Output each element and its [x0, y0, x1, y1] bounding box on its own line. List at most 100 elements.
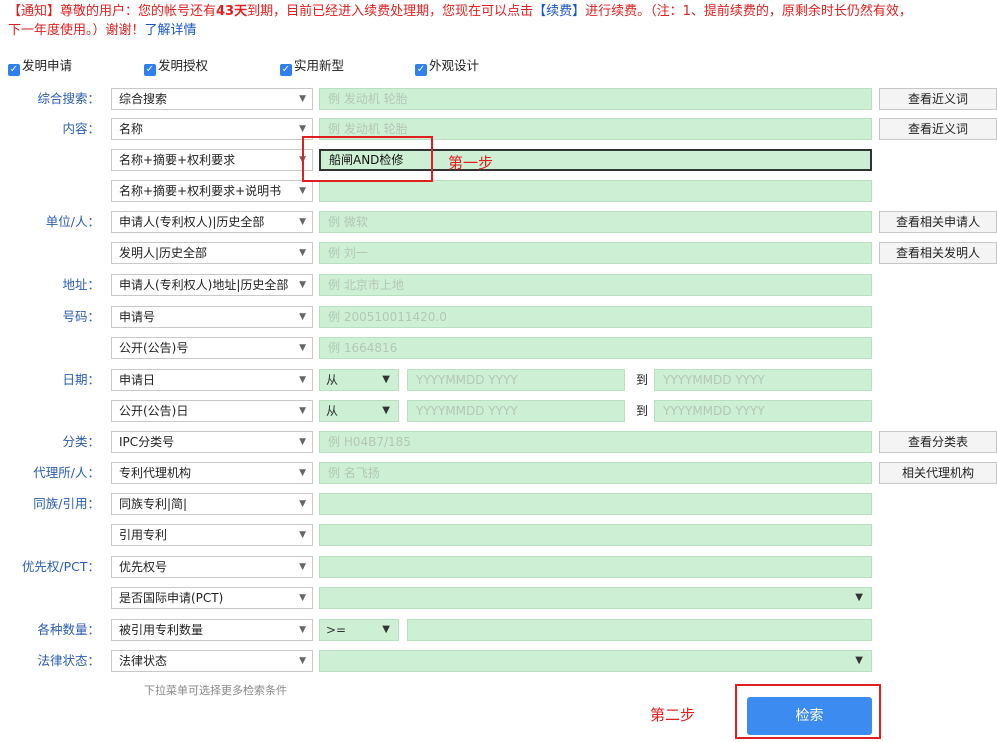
input-ipc[interactable]: 例 H04B7/185	[319, 431, 872, 453]
notice-text-2: 到期，目前已经进入续费处理期，您现在可以点击	[247, 4, 534, 19]
select-priority[interactable]: 优先权号 ▼	[111, 556, 313, 578]
select-legal-status-value[interactable]: ▼	[319, 650, 872, 672]
select-cited-count[interactable]: 被引用专利数量 ▼	[111, 619, 313, 641]
input-inventor[interactable]: 例 刘一	[319, 242, 872, 264]
input-address[interactable]: 例 北京市上地	[319, 274, 872, 296]
step1-highlight-box	[302, 136, 433, 182]
select-publication-number[interactable]: 公开(公告)号 ▼	[111, 337, 313, 359]
view-classification-table-button[interactable]: 查看分类表	[879, 431, 997, 453]
label-to-2: 到	[636, 404, 649, 418]
label-address: 地址：	[62, 277, 100, 292]
input-family[interactable]	[319, 493, 872, 515]
chevron-down-icon: ▼	[299, 94, 306, 104]
label-family: 同族/引用：	[33, 496, 100, 511]
select-ipc[interactable]: IPC分类号 ▼	[111, 431, 313, 453]
input-cited-count[interactable]	[407, 619, 872, 641]
chevron-down-icon: ▼	[299, 562, 306, 572]
input-app-date-end[interactable]: YYYYMMDD YYYY	[654, 369, 872, 391]
chevron-down-icon: ▼	[382, 405, 390, 416]
notice-text-1: 【通知】尊敬的用户：您的帐号还有	[8, 4, 217, 19]
input-priority[interactable]	[319, 556, 872, 578]
select-legal-status[interactable]: 法律状态 ▼	[111, 650, 313, 672]
chevron-down-icon: ▼	[299, 217, 306, 227]
chevron-down-icon: ▼	[299, 312, 306, 322]
chevron-down-icon: ▼	[299, 375, 306, 385]
checkbox-invention-grant[interactable]: ✓ 发明授权	[144, 58, 208, 76]
label-legal-status: 法律状态：	[37, 653, 100, 668]
chevron-down-icon: ▼	[299, 280, 306, 290]
input-general-search[interactable]: 例 发动机 轮胎	[319, 88, 872, 110]
input-applicant[interactable]: 例 微软	[319, 211, 872, 233]
chevron-down-icon: ▼	[299, 499, 306, 509]
chevron-down-icon: ▼	[299, 437, 306, 447]
input-application-number[interactable]: 例 200510011420.0	[319, 306, 872, 328]
view-related-applicants-button[interactable]: 查看相关申请人	[879, 211, 997, 233]
learn-more-link[interactable]: 了解详情	[145, 23, 197, 38]
notice-text-3: 进行续费。（注：1、提前续费的，原剩余时长仍然有效，	[585, 4, 912, 19]
label-number: 号码：	[62, 309, 100, 324]
view-synonyms-button-2[interactable]: 查看近义词	[879, 118, 997, 140]
chevron-down-icon: ▼	[855, 592, 863, 603]
select-agency[interactable]: 专利代理机构 ▼	[111, 462, 313, 484]
notice-text-4: 下一年度使用。）谢谢！	[8, 23, 145, 38]
chevron-down-icon: ▼	[299, 406, 306, 416]
view-synonyms-button[interactable]: 查看近义词	[879, 88, 997, 110]
dropdown-hint: 下拉菜单可选择更多检索条件	[144, 684, 287, 697]
label-content: 内容：	[62, 121, 100, 136]
check-icon: ✓	[144, 64, 156, 76]
related-agencies-button[interactable]: 相关代理机构	[879, 462, 997, 484]
select-content-1[interactable]: 名称 ▼	[111, 118, 313, 140]
select-date-from-2[interactable]: 从 ▼	[319, 400, 399, 422]
select-content-2[interactable]: 名称+摘要+权利要求 ▼	[111, 149, 313, 171]
chevron-down-icon: ▼	[299, 656, 306, 666]
select-publication-date[interactable]: 公开(公告)日 ▼	[111, 400, 313, 422]
label-counts: 各种数量：	[37, 622, 100, 637]
renew-link[interactable]: 【续费】	[533, 4, 585, 19]
chevron-down-icon: ▼	[299, 625, 306, 635]
input-pub-date-end[interactable]: YYYYMMDD YYYY	[654, 400, 872, 422]
label-date: 日期：	[62, 372, 100, 387]
select-inventor[interactable]: 发明人|历史全部 ▼	[111, 242, 313, 264]
chevron-down-icon: ▼	[299, 468, 306, 478]
input-app-date-start[interactable]: YYYYMMDD YYYY	[407, 369, 625, 391]
chevron-down-icon: ▼	[855, 655, 863, 666]
chevron-down-icon: ▼	[382, 624, 390, 635]
select-date-from-1[interactable]: 从 ▼	[319, 369, 399, 391]
select-application-date[interactable]: 申请日 ▼	[111, 369, 313, 391]
checkbox-design[interactable]: ✓ 外观设计	[415, 58, 479, 76]
select-applicant[interactable]: 申请人(专利权人)|历史全部 ▼	[111, 211, 313, 233]
label-agency: 代理所/人：	[33, 465, 100, 480]
input-agency[interactable]: 例 名飞扬	[319, 462, 872, 484]
search-button[interactable]: 检索	[747, 697, 872, 735]
chevron-down-icon: ▼	[382, 374, 390, 385]
select-application-number[interactable]: 申请号 ▼	[111, 306, 313, 328]
view-related-inventors-button[interactable]: 查看相关发明人	[879, 242, 997, 264]
select-pct-value[interactable]: ▼	[319, 587, 872, 609]
input-cited[interactable]	[319, 524, 872, 546]
select-content-3[interactable]: 名称+摘要+权利要求+说明书 ▼	[111, 180, 313, 202]
label-general-search: 综合搜索：	[37, 91, 100, 106]
chevron-down-icon: ▼	[299, 593, 306, 603]
chevron-down-icon: ▼	[299, 186, 306, 196]
select-pct[interactable]: 是否国际申请(PCT) ▼	[111, 587, 313, 609]
label-to-1: 到	[636, 373, 649, 387]
select-general-search[interactable]: 综合搜索 ▼	[111, 88, 313, 110]
select-family[interactable]: 同族专利|简| ▼	[111, 493, 313, 515]
renewal-notice: 【通知】尊敬的用户：您的帐号还有43天到期，目前已经进入续费处理期，您现在可以点…	[8, 2, 993, 40]
select-cited[interactable]: 引用专利 ▼	[111, 524, 313, 546]
select-operator[interactable]: >= ▼	[319, 619, 399, 641]
input-publication-number[interactable]: 例 1664816	[319, 337, 872, 359]
checkbox-invention-application[interactable]: ✓ 发明申请	[8, 58, 72, 76]
input-pub-date-start[interactable]: YYYYMMDD YYYY	[407, 400, 625, 422]
label-priority: 优先权/PCT：	[21, 559, 100, 574]
select-address[interactable]: 申请人(专利权人)地址|历史全部 ▼	[111, 274, 313, 296]
chevron-down-icon: ▼	[299, 530, 306, 540]
checkbox-utility-model[interactable]: ✓ 实用新型	[280, 58, 344, 76]
input-content-3[interactable]	[319, 180, 872, 202]
notice-days: 43天	[216, 4, 248, 19]
label-classification: 分类：	[62, 434, 100, 449]
chevron-down-icon: ▼	[299, 248, 306, 258]
check-icon: ✓	[280, 64, 292, 76]
check-icon: ✓	[8, 64, 20, 76]
check-icon: ✓	[415, 64, 427, 76]
